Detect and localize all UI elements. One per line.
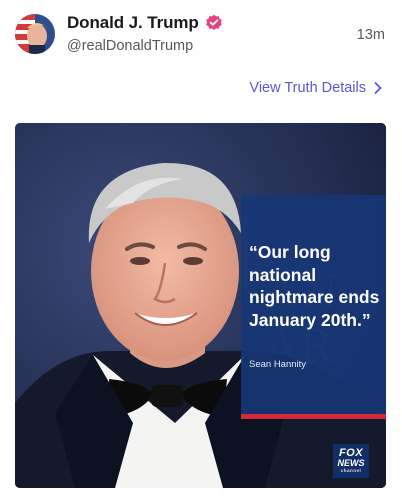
author-handle[interactable]: @realDonaldTrump bbox=[67, 38, 193, 54]
quote-text: “Our long national nightmare ends Januar… bbox=[249, 242, 380, 330]
chevron-right-icon bbox=[374, 82, 382, 94]
logo-line-3: channel bbox=[340, 468, 362, 474]
post-header: Donald J. Trump @realDonaldTrump 13m bbox=[0, 0, 402, 70]
logo-line-2: NEWS bbox=[337, 458, 365, 469]
fox-news-logo: FOX NEWS channel bbox=[333, 444, 369, 478]
avatar[interactable] bbox=[15, 14, 55, 54]
view-truth-details-label: View Truth Details bbox=[249, 80, 366, 96]
quote-card: “Our long national nightmare ends Januar… bbox=[241, 195, 386, 419]
author-name-row: Donald J. Trump bbox=[67, 13, 223, 33]
author-name[interactable]: Donald J. Trump bbox=[67, 13, 199, 33]
post-timestamp: 13m bbox=[356, 27, 385, 43]
quote-author: Sean Hannity bbox=[249, 359, 307, 370]
verified-badge-icon bbox=[205, 14, 223, 32]
view-truth-details-link[interactable]: View Truth Details bbox=[249, 80, 382, 96]
accent-bar bbox=[241, 414, 386, 419]
post-media-image[interactable]: AN AR “Our long national nightmare ends … bbox=[15, 123, 386, 488]
avatar-image bbox=[15, 14, 55, 54]
